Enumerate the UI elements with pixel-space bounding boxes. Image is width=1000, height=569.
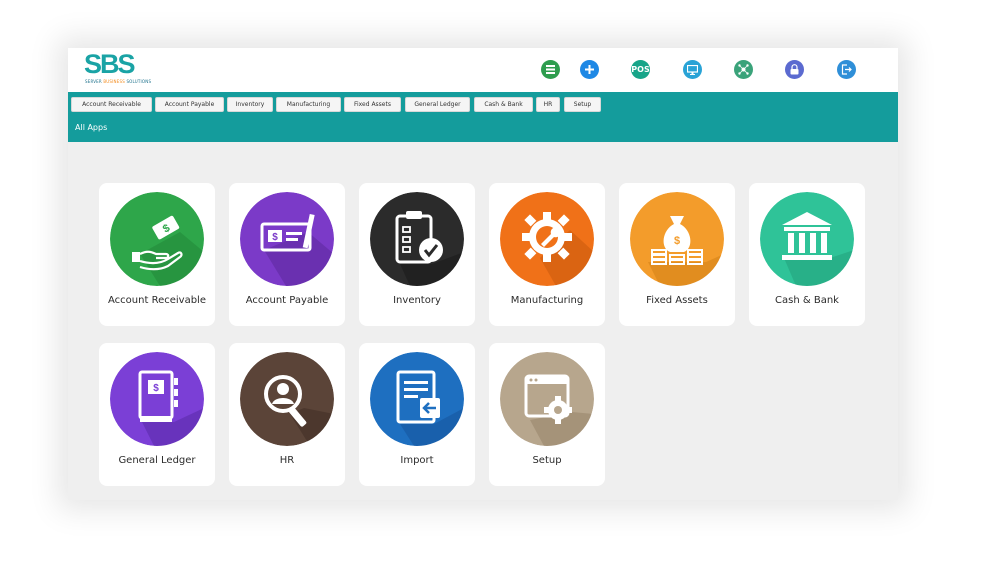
bank-icon xyxy=(760,192,854,286)
app-label: HR xyxy=(279,455,295,466)
app-label: Cash & Bank xyxy=(775,295,839,306)
money-bag-icon: $ xyxy=(630,192,724,286)
app-tile-import[interactable]: Import xyxy=(359,343,475,486)
clipboard-check-icon xyxy=(370,192,464,286)
cash-hand-icon: $ xyxy=(110,192,204,286)
app-label: Import xyxy=(400,455,434,466)
app-label: Account Receivable xyxy=(108,295,206,306)
network-icon[interactable] xyxy=(734,60,753,79)
app-tile-hr[interactable]: HR xyxy=(229,343,345,486)
menu-item-account-payable[interactable]: Account Payable xyxy=(155,97,224,112)
logo-text: SBS xyxy=(84,49,136,79)
app-tile-inventory[interactable]: Inventory xyxy=(359,183,475,326)
logout-icon[interactable] xyxy=(837,60,856,79)
person-search-icon xyxy=(240,352,334,446)
top-bar: SBS SERVER BUSINESS SOLUTIONS POS xyxy=(68,48,898,92)
monitor-icon[interactable] xyxy=(683,60,702,79)
menu-item-general-ledger[interactable]: General Ledger xyxy=(405,97,470,112)
menu-item-cash-bank[interactable]: Cash & Bank xyxy=(474,97,533,112)
grid-icon[interactable] xyxy=(541,60,560,79)
app-tile-manufacturing[interactable]: Manufacturing xyxy=(489,183,605,326)
app-label: Setup xyxy=(532,455,562,466)
settings-window-icon xyxy=(500,352,594,446)
app-tile-general-ledger[interactable]: $ General Ledger xyxy=(99,343,215,486)
app-tile-fixed-assets[interactable]: $ Fixed Assets xyxy=(619,183,735,326)
lock-icon[interactable] xyxy=(785,60,804,79)
app-label: Account Payable xyxy=(245,295,329,306)
svg-text:$: $ xyxy=(153,383,159,394)
logo-tagline: SERVER BUSINESS SOLUTIONS xyxy=(85,79,152,84)
app-tile-account-receivable[interactable]: $ Account Receivable xyxy=(99,183,215,326)
svg-text:$: $ xyxy=(272,232,278,243)
module-menu-bar: Account Receivable Account Payable Inven… xyxy=(68,92,898,142)
app-label: Inventory xyxy=(393,295,441,306)
app-window: SBS SERVER BUSINESS SOLUTIONS POS Accoun… xyxy=(68,48,898,500)
menu-item-inventory[interactable]: Inventory xyxy=(227,97,273,112)
menu-item-account-receivable[interactable]: Account Receivable xyxy=(71,97,152,112)
svg-text:$: $ xyxy=(674,235,680,247)
app-label: General Ledger xyxy=(118,455,196,466)
pos-icon[interactable]: POS xyxy=(631,60,650,79)
menu-item-hr[interactable]: HR xyxy=(536,97,560,112)
ledger-book-icon: $ xyxy=(110,352,204,446)
app-tile-cash-bank[interactable]: Cash & Bank xyxy=(749,183,865,326)
plus-icon[interactable] xyxy=(580,60,599,79)
sbs-logo[interactable]: SBS SERVER BUSINESS SOLUTIONS xyxy=(84,49,154,87)
import-document-icon xyxy=(370,352,464,446)
menu-item-manufacturing[interactable]: Manufacturing xyxy=(276,97,341,112)
cheque-icon: $ xyxy=(240,192,334,286)
app-label: Fixed Assets xyxy=(646,295,708,306)
app-tile-account-payable[interactable]: $ Account Payable xyxy=(229,183,345,326)
menu-item-fixed-assets[interactable]: Fixed Assets xyxy=(344,97,401,112)
gear-wrench-icon xyxy=(500,192,594,286)
menu-item-setup[interactable]: Setup xyxy=(564,97,601,112)
all-apps-label: All Apps xyxy=(75,123,108,132)
app-label: Manufacturing xyxy=(510,295,584,306)
app-tile-setup[interactable]: Setup xyxy=(489,343,605,486)
